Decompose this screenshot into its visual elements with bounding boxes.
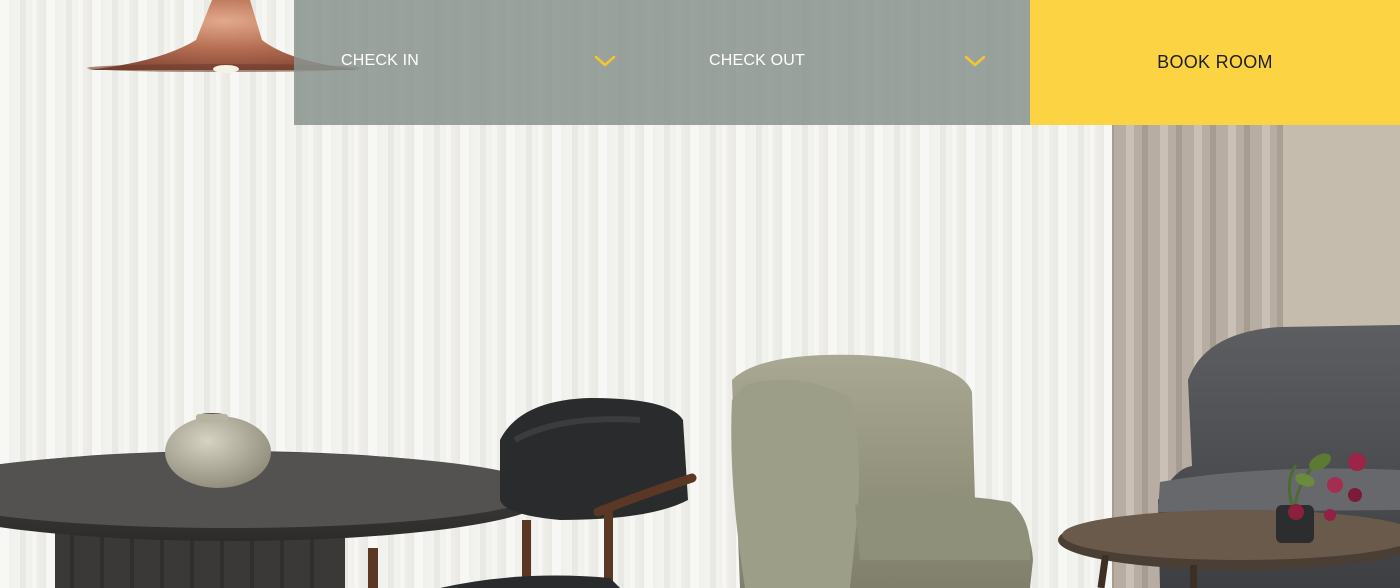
check-in-label: CHECK IN [341,52,420,69]
chevron-down-icon[interactable] [594,54,616,68]
check-out-label: CHECK OUT [709,52,806,69]
check-in-dropdown[interactable]: CHECK IN [294,0,663,125]
check-out-dropdown[interactable]: CHECK OUT [662,0,1030,125]
book-room-button[interactable]: BOOK ROOM [1030,0,1400,125]
booking-bar: CHECK IN CHECK OUT BOOK ROOM [294,0,1400,125]
chevron-down-icon[interactable] [964,54,986,68]
book-room-label: BOOK ROOM [1157,52,1273,72]
